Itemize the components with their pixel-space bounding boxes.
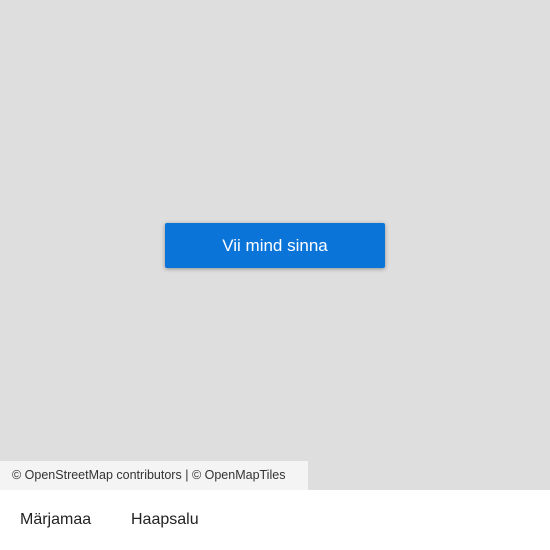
take-me-there-button[interactable]: Vii mind sinna [165,223,385,268]
openstreetmap-attribution-link[interactable]: © OpenStreetMap contributors [12,468,182,482]
map-attribution: © OpenStreetMap contributors | © OpenMap… [0,461,308,490]
map-area[interactable]: Vii mind sinna © OpenStreetMap contribut… [0,0,550,490]
nearby-places-bar: Märjamaa Haapsalu [0,490,550,550]
page: Vii mind sinna © OpenStreetMap contribut… [0,0,550,550]
place-link-haapsalu[interactable]: Haapsalu [131,510,199,530]
attribution-separator: | [185,468,189,482]
place-link-marjamaa[interactable]: Märjamaa [20,510,91,530]
openmaptiles-attribution-link[interactable]: © OpenMapTiles [192,468,286,482]
